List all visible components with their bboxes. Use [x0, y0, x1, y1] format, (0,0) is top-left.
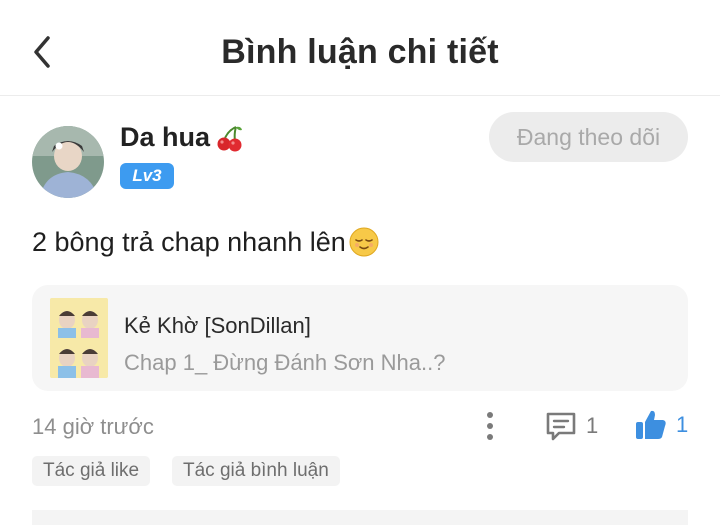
username[interactable]: Da hua [120, 122, 244, 153]
comment-body: 2 bông trả chap nhanh lên [32, 226, 380, 258]
level-badge: Lv3 [120, 163, 174, 189]
cherry-icon [217, 125, 243, 151]
story-cover-image [50, 298, 108, 378]
more-vertical-icon [487, 412, 493, 440]
relieved-face-icon [349, 227, 379, 257]
tag-author-comment: Tác giả bình luận [172, 456, 340, 486]
section-divider [32, 510, 688, 525]
header-bar: Bình luận chi tiết [0, 0, 720, 96]
story-title: Kẻ Khờ [SonDillan] [124, 313, 311, 338]
avatar[interactable] [32, 126, 104, 198]
reply-count: 1 [586, 413, 599, 438]
more-options-button[interactable] [478, 406, 502, 446]
comment-text: 2 bông trả chap nhanh lên [32, 226, 346, 257]
reply-button[interactable]: 1 [544, 407, 598, 445]
comment-icon [546, 412, 576, 441]
story-card[interactable]: Kẻ Khờ [SonDillan] Chap 1_ Đừng Đánh Sơn… [32, 285, 688, 391]
thumbs-up-icon [636, 410, 666, 439]
page-title: Bình luận chi tiết [221, 33, 499, 71]
tag-author-like: Tác giả like [32, 456, 151, 486]
like-button[interactable]: 1 [634, 405, 688, 445]
comment-timestamp: 14 giờ trước [32, 414, 154, 439]
like-count: 1 [676, 412, 689, 437]
story-chapter: Chap 1_ Đừng Đánh Sơn Nha..? [124, 350, 446, 375]
following-button[interactable]: Đang theo dõi [489, 112, 688, 162]
username-text: Da hua [120, 122, 211, 152]
